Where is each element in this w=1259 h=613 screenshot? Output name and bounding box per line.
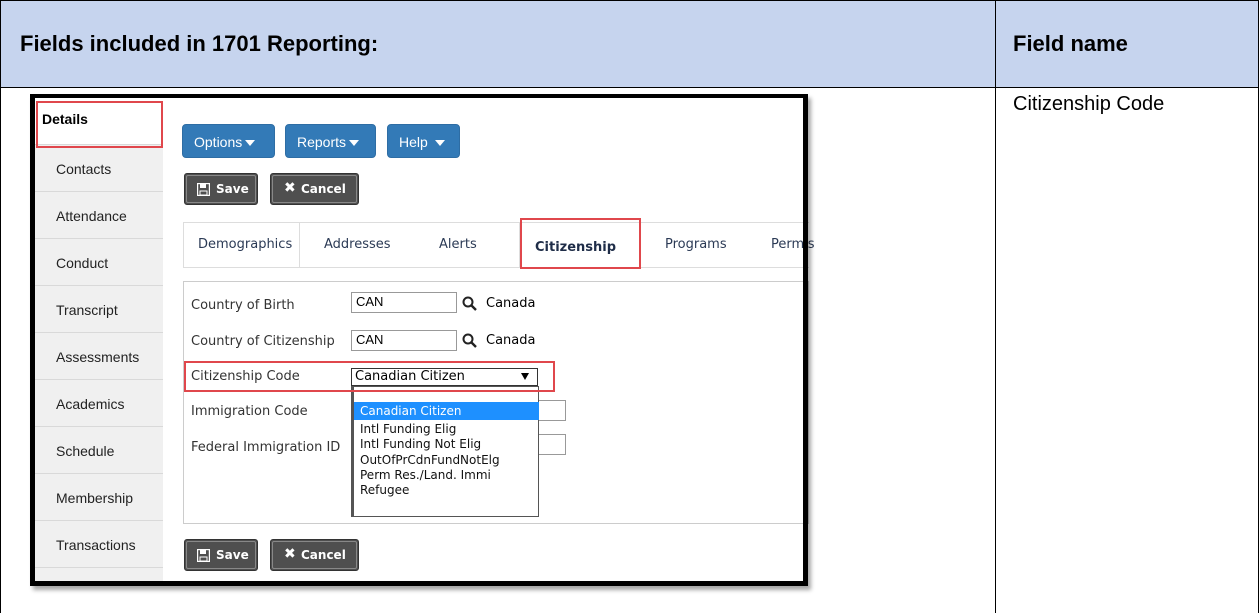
country-of-birth-display: Canada bbox=[486, 296, 536, 311]
dropdown-option[interactable]: Perm Res./Land. Immi bbox=[360, 468, 491, 482]
country-of-citizenship-input[interactable]: CAN bbox=[351, 330, 457, 351]
sidebar-item-schedule[interactable]: Schedule bbox=[35, 427, 163, 474]
chevron-down-icon bbox=[434, 140, 445, 147]
close-icon: ✖ bbox=[284, 180, 296, 196]
save-button-bottom[interactable]: Save bbox=[184, 539, 258, 571]
cancel-button-top[interactable]: ✖ Cancel bbox=[270, 173, 359, 205]
citizenship-code-dropdown-list: Canadian Citizen Intl Funding Elig Intl … bbox=[351, 386, 539, 517]
reports-menu-button[interactable]: Reports bbox=[285, 124, 376, 158]
tab-programs[interactable]: Programs bbox=[665, 237, 727, 252]
chevron-down-icon bbox=[521, 373, 529, 380]
tab-permissions[interactable]: Permis bbox=[771, 237, 815, 252]
save-button-top[interactable]: Save bbox=[184, 173, 258, 205]
chevron-down-icon bbox=[349, 140, 360, 147]
save-icon bbox=[197, 549, 210, 562]
table-row-divider bbox=[0, 87, 1259, 88]
dropdown-option[interactable]: OutOfPrCdnFundNotElg bbox=[360, 453, 500, 467]
country-of-birth-input[interactable]: CAN bbox=[351, 292, 457, 313]
sidebar: Details Contacts Attendance Conduct Tran… bbox=[35, 98, 163, 582]
sidebar-item-membership[interactable]: Membership bbox=[35, 474, 163, 521]
country-of-birth-label: Country of Birth bbox=[191, 298, 295, 313]
cancel-label: Cancel bbox=[301, 182, 346, 196]
tab-addresses[interactable]: Addresses bbox=[324, 237, 391, 252]
sidebar-item-assessments[interactable]: Assessments bbox=[35, 333, 163, 380]
citizenship-code-label: Citizenship Code bbox=[191, 369, 300, 384]
sidebar-item-contacts[interactable]: Contacts bbox=[35, 145, 163, 192]
sidebar-item-academics[interactable]: Academics bbox=[35, 380, 163, 427]
country-of-citizenship-display: Canada bbox=[486, 333, 536, 348]
federal-immigration-id-label: Federal Immigration ID bbox=[191, 440, 341, 455]
dropdown-option[interactable]: Canadian Citizen bbox=[360, 404, 461, 418]
save-label: Save bbox=[216, 548, 249, 562]
field-name-cell: Citizenship Code bbox=[1013, 93, 1165, 115]
save-label: Save bbox=[216, 182, 249, 196]
tab-demographics[interactable]: Demographics bbox=[198, 237, 292, 252]
search-icon[interactable] bbox=[462, 296, 477, 311]
sidebar-item-transactions[interactable]: Transactions bbox=[35, 521, 163, 568]
close-icon: ✖ bbox=[284, 546, 296, 562]
tab-citizenship[interactable]: Citizenship bbox=[535, 240, 617, 255]
search-icon[interactable] bbox=[462, 333, 477, 348]
immigration-code-label: Immigration Code bbox=[191, 404, 308, 419]
sidebar-item-details[interactable]: Details bbox=[35, 98, 163, 145]
options-menu-button[interactable]: Options bbox=[182, 124, 275, 158]
country-of-citizenship-label: Country of Citizenship bbox=[191, 334, 335, 349]
reports-label: Reports bbox=[297, 134, 347, 150]
help-menu-button[interactable]: Help bbox=[387, 124, 460, 158]
options-label: Options bbox=[194, 134, 243, 150]
cancel-label: Cancel bbox=[301, 548, 346, 562]
dropdown-option[interactable]: Refugee bbox=[360, 483, 409, 497]
immigration-code-input[interactable] bbox=[536, 400, 566, 421]
help-label: Help bbox=[399, 134, 428, 150]
sidebar-item-attendance[interactable]: Attendance bbox=[35, 192, 163, 239]
dropdown-option[interactable]: Intl Funding Elig bbox=[360, 422, 456, 436]
sidebar-item-transcript[interactable]: Transcript bbox=[35, 286, 163, 333]
cancel-button-bottom[interactable]: ✖ Cancel bbox=[270, 539, 359, 571]
chevron-down-icon bbox=[245, 140, 256, 147]
table-header-right: Field name bbox=[1013, 31, 1128, 56]
save-icon bbox=[197, 183, 210, 196]
table-border-left bbox=[0, 0, 1, 613]
dropdown-option[interactable]: Intl Funding Not Elig bbox=[360, 437, 481, 451]
table-column-divider bbox=[995, 0, 996, 613]
sidebar-item-conduct[interactable]: Conduct bbox=[35, 239, 163, 286]
federal-immigration-id-input[interactable] bbox=[536, 434, 566, 455]
tab-alerts[interactable]: Alerts bbox=[439, 237, 477, 252]
table-border-top bbox=[0, 0, 1259, 1]
table-header-left: Fields included in 1701 Reporting: bbox=[20, 31, 379, 56]
citizenship-code-select[interactable]: Canadian Citizen bbox=[351, 368, 538, 386]
